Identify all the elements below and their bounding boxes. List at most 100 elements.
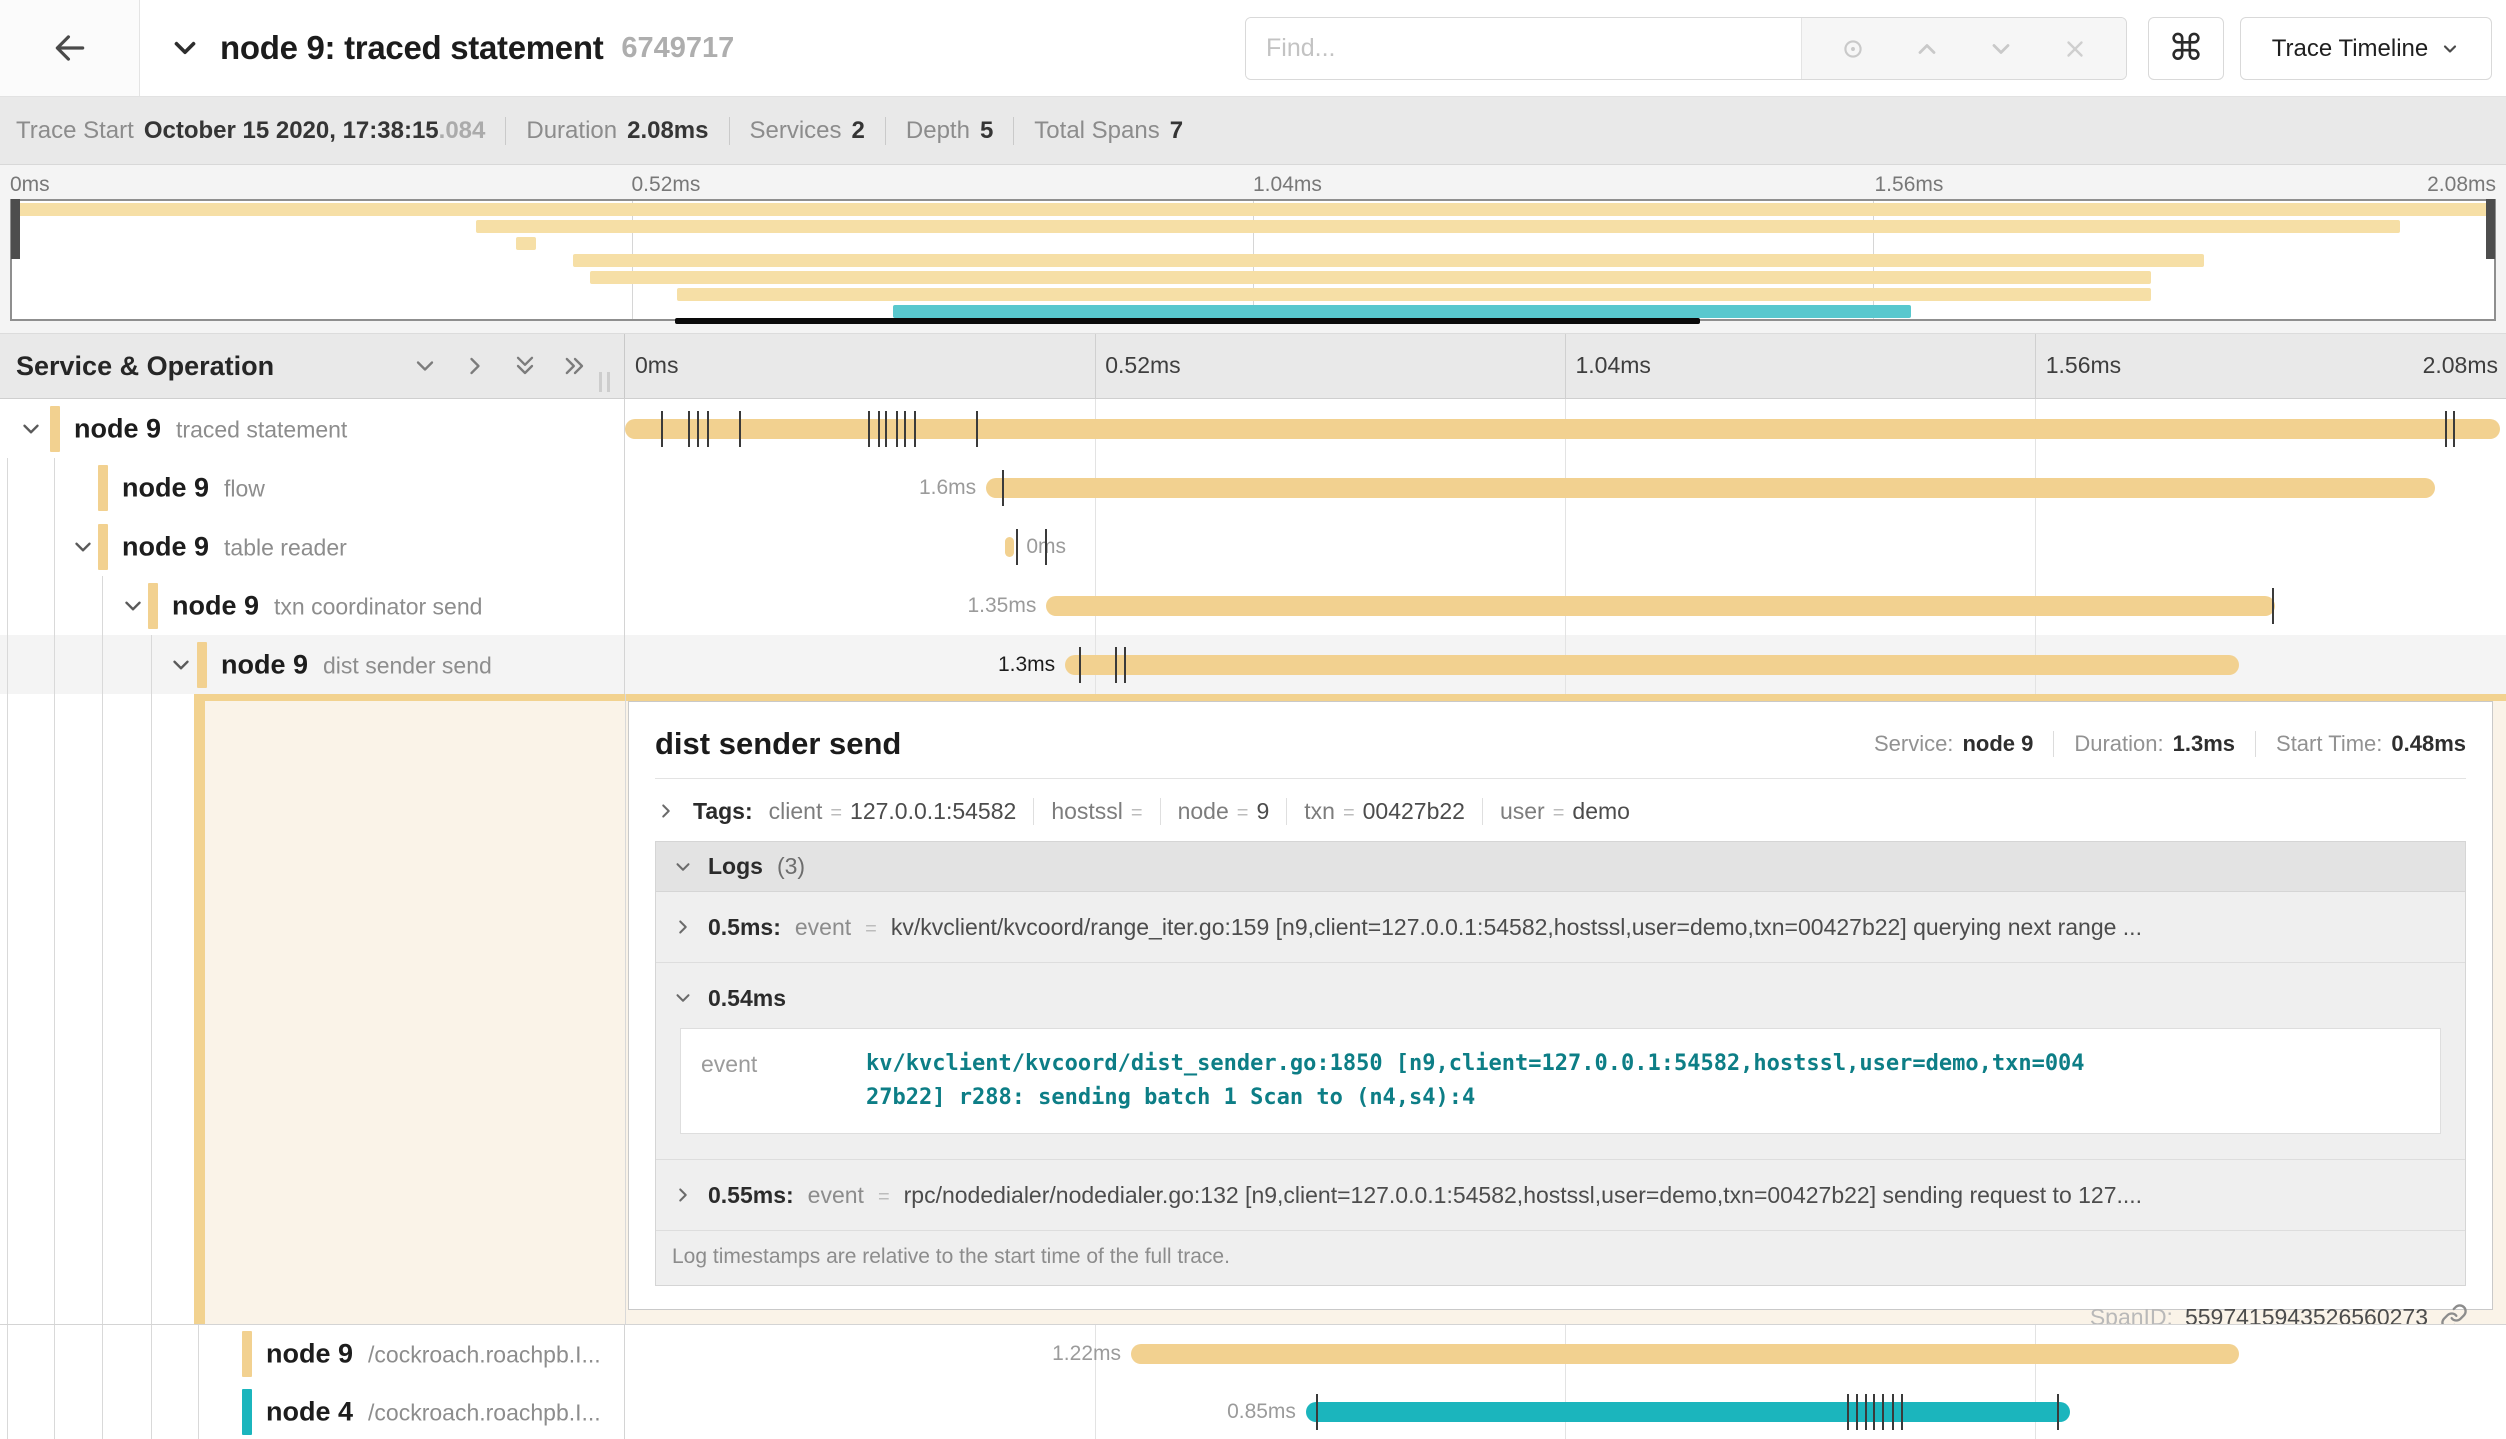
logs-label: Logs	[708, 853, 763, 880]
span-service-name: node 9	[172, 590, 259, 621]
span-collapse-icon[interactable]	[120, 593, 146, 619]
top-bar: node 9: traced statement 6749717 ⌘	[0, 0, 2506, 97]
locate-span-icon[interactable]	[1833, 29, 1873, 69]
chevron-right-icon[interactable]	[672, 1184, 694, 1206]
span-row[interactable]: node 9/cockroach.roachpb.I...1.22ms	[0, 1325, 2506, 1383]
span-duration-bar[interactable]	[625, 419, 2500, 439]
span-color-bar	[98, 524, 108, 570]
span-row[interactable]: node 9traced statement	[0, 399, 2506, 458]
indent-guide	[151, 635, 152, 694]
indent-guide	[102, 1325, 103, 1383]
log-entry[interactable]: 0.55ms:event=rpc/nodedialer/nodedialer.g…	[656, 1160, 2465, 1231]
keyboard-shortcuts-button[interactable]: ⌘	[2148, 17, 2224, 80]
timeline-ruler: 0ms0.52ms1.04ms1.56ms2.08ms	[625, 334, 2506, 398]
span-row[interactable]: node 9flow 1.6ms	[0, 458, 2506, 517]
span-duration-bar[interactable]	[986, 478, 2434, 498]
log-marker-tick	[868, 411, 870, 447]
span-collapse-icon[interactable]	[168, 652, 194, 678]
span-timeline-cell[interactable]: 1.35ms	[625, 576, 2506, 635]
indent-guide	[54, 576, 55, 635]
find-next-icon[interactable]	[1981, 29, 2021, 69]
minimap-axis-label: 0ms	[10, 173, 50, 197]
log-marker-tick	[1847, 1394, 1849, 1430]
find-prev-icon[interactable]	[1907, 29, 1947, 69]
log-entry[interactable]: 0.5ms:event=kv/kvclient/kvcoord/range_it…	[656, 892, 2465, 963]
log-marker-tick	[1002, 470, 1004, 506]
collapse-all-icon[interactable]	[561, 352, 589, 380]
minimap-scroll-indicator[interactable]	[675, 318, 1700, 324]
trace-view-selector[interactable]: Trace Timeline	[2240, 17, 2492, 80]
trace-summary-bar: Trace StartOctober 15 2020, 17:38:15.084…	[0, 97, 2506, 165]
indent-guide	[54, 1325, 55, 1383]
trace-title-group: node 9: traced statement 6749717	[168, 0, 734, 96]
minimap-span-bar	[516, 237, 536, 250]
log-timestamp: 0.54ms	[708, 985, 786, 1012]
tag-value: 9	[1256, 798, 1269, 825]
minimap-axis-label: 1.04ms	[1253, 173, 1322, 197]
chevron-right-icon	[655, 800, 677, 822]
column-resize-grip[interactable]	[599, 372, 610, 392]
span-name: node 4/cockroach.roachpb.I...	[266, 1397, 601, 1428]
tag-value: 00427b22	[1363, 798, 1465, 825]
tag-item: node=9	[1160, 798, 1270, 825]
ruler-label: 1.04ms	[1576, 352, 1651, 379]
span-operation-name: traced statement	[176, 416, 347, 443]
minimap-canvas[interactable]	[10, 199, 2496, 321]
back-button[interactable]	[0, 0, 140, 96]
find-input[interactable]	[1246, 18, 1801, 79]
detail-indent-accent	[194, 694, 205, 1324]
log-marker-tick	[1115, 647, 1117, 683]
span-timeline-cell[interactable]: 0ms	[625, 517, 2506, 576]
span-name-cell: node 9table reader	[0, 517, 625, 576]
trace-view-label: Trace Timeline	[2272, 35, 2429, 63]
span-duration-bar[interactable]	[1046, 596, 2274, 616]
span-timeline-cell[interactable]: 1.3ms	[625, 635, 2506, 694]
span-row[interactable]: node 9dist sender send1.3ms	[0, 635, 2506, 694]
span-timeline-cell[interactable]: 1.22ms	[625, 1325, 2506, 1383]
collapse-one-level-icon[interactable]	[461, 352, 489, 380]
log-marker-tick	[697, 411, 699, 447]
span-collapse-icon[interactable]	[18, 416, 44, 442]
equals-sign: =	[1343, 802, 1355, 825]
span-duration-bar[interactable]	[1065, 655, 2239, 675]
chevron-down-icon[interactable]	[672, 987, 694, 1009]
log-marker-tick	[1865, 1394, 1867, 1430]
log-marker-tick	[1079, 647, 1081, 683]
equals-sign: =	[830, 802, 842, 825]
indent-guide	[54, 1383, 55, 1439]
collapse-trace-icon[interactable]	[168, 31, 202, 65]
clear-find-icon[interactable]	[2055, 29, 2095, 69]
span-color-bar	[148, 583, 158, 629]
chevron-right-icon[interactable]	[672, 916, 694, 938]
span-row[interactable]: node 9txn coordinator send1.35ms	[0, 576, 2506, 635]
span-duration-label: 0.85ms	[1227, 1400, 1296, 1424]
trace-info-label: Total Spans	[1034, 117, 1159, 145]
equals-sign: =	[865, 918, 877, 941]
indent-guide	[7, 694, 8, 1324]
expand-one-level-icon[interactable]	[411, 352, 439, 380]
trace-info-value: 2	[852, 117, 865, 145]
tag-key: txn	[1304, 798, 1335, 825]
span-color-bar	[242, 1389, 252, 1435]
minimap-right-scrubber[interactable]	[2486, 199, 2495, 259]
log-entry[interactable]: 0.54mseventkv/kvclient/kvcoord/dist_send…	[656, 963, 2465, 1160]
span-duration-bar[interactable]	[1005, 537, 1014, 557]
span-duration-bar[interactable]	[1131, 1344, 2239, 1364]
span-collapse-icon[interactable]	[70, 534, 96, 560]
indent-guide	[7, 1325, 8, 1383]
span-timeline-cell[interactable]: 1.6ms	[625, 458, 2506, 517]
expand-all-icon[interactable]	[511, 352, 539, 380]
tags-toggle-row[interactable]: Tags: client=127.0.0.1:54582hostssl=node…	[629, 779, 2492, 839]
span-timeline-cell[interactable]: 0.85ms	[625, 1383, 2506, 1439]
span-row[interactable]: node 9table reader0ms	[0, 517, 2506, 576]
span-row[interactable]: node 4/cockroach.roachpb.I... 0.85ms	[0, 1383, 2506, 1439]
span-timeline-cell[interactable]	[625, 399, 2506, 458]
span-service-name: node 4	[266, 1397, 353, 1428]
trace-info-label: Duration	[526, 117, 617, 145]
logs-toggle-header[interactable]: Logs (3)	[656, 842, 2465, 892]
span-duration-bar[interactable]	[1306, 1402, 2070, 1422]
log-marker-tick	[885, 411, 887, 447]
minimap-left-scrubber[interactable]	[11, 199, 20, 259]
span-name: node 9flow	[122, 472, 265, 503]
span-detail-meta: Service:node 9Duration:1.3msStart Time:0…	[1874, 731, 2466, 757]
